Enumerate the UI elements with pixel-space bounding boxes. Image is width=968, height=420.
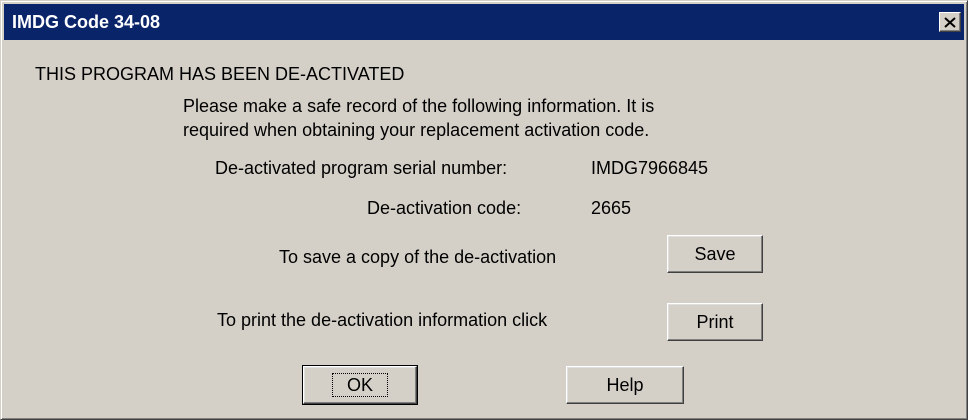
instruction-line-2: required when obtaining your replacement…	[183, 120, 650, 140]
print-prompt: To print the de-activation information c…	[217, 310, 548, 330]
title-bar[interactable]: IMDG Code 34-08	[4, 4, 964, 40]
deactivated-heading: THIS PROGRAM HAS BEEN DE-ACTIVATED	[35, 64, 405, 84]
close-icon	[944, 16, 956, 28]
save-button[interactable]: Save	[667, 235, 763, 273]
serial-number-label: De-activated program serial number:	[215, 158, 508, 178]
ok-button[interactable]: OK	[302, 365, 418, 405]
deactivation-code-value: 2665	[591, 198, 632, 218]
help-button[interactable]: Help	[566, 366, 684, 404]
window-title: IMDG Code 34-08	[12, 12, 161, 32]
print-button[interactable]: Print	[667, 303, 763, 341]
save-prompt: To save a copy of the de-activation	[279, 247, 557, 267]
ok-button-label: OK	[331, 373, 388, 397]
close-button[interactable]	[939, 12, 961, 32]
deactivation-code-label: De-activation code:	[367, 198, 522, 218]
serial-number-value: IMDG7966845	[591, 158, 709, 178]
instruction-line-1: Please make a safe record of the followi…	[183, 96, 655, 116]
dialog-window: IMDG Code 34-08 THIS PROGRAM HAS BEEN DE…	[0, 0, 968, 420]
